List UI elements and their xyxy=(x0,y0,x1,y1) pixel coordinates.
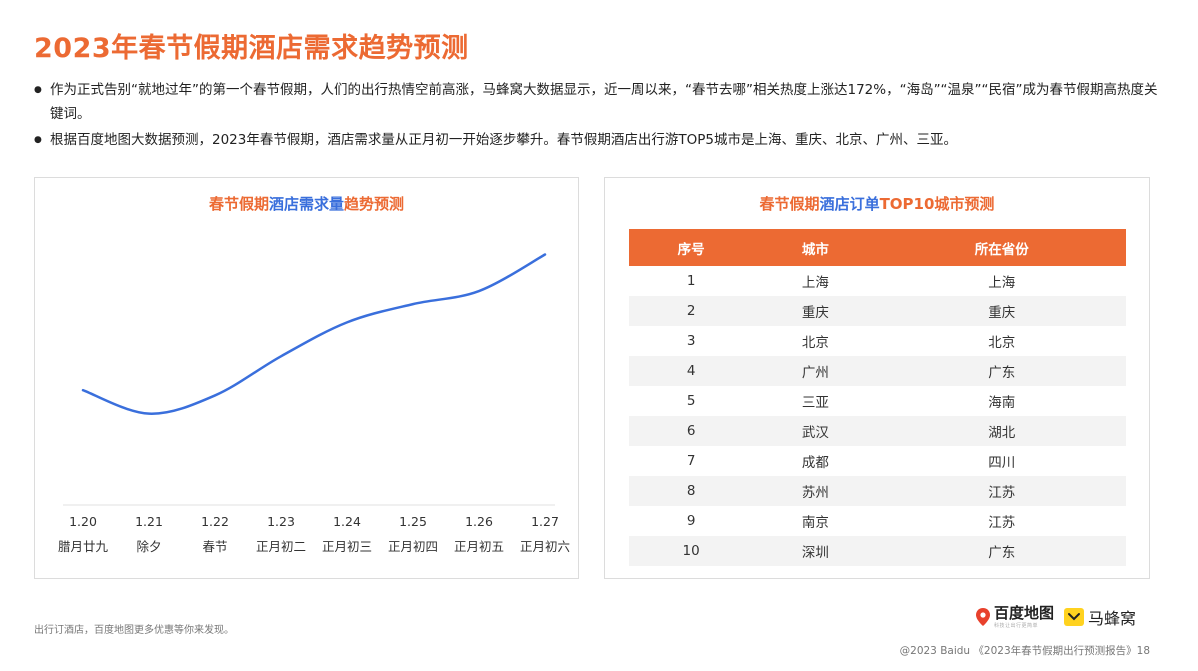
cell-city: 苏州 xyxy=(753,476,878,506)
table-row: 7 成都 四川 xyxy=(629,446,1126,476)
bullet-item: 作为正式告别“就地过年”的第一个春节假期，人们的出行热情空前高涨，马蜂窝大数据显… xyxy=(34,78,1164,126)
mafengwo-logo-text: 马蜂窝 xyxy=(1088,609,1137,628)
x-tick-label: 1.26 xyxy=(465,514,493,529)
x-tick-sublabel: 正月初四 xyxy=(388,539,438,554)
table-header-row: 序号 城市 所在省份 xyxy=(629,229,1126,266)
table-title: 春节假期酒店订单TOP10城市预测 xyxy=(605,193,1149,214)
x-tick-label: 1.27 xyxy=(531,514,559,529)
cell-province: 广东 xyxy=(877,356,1126,386)
table-title-part1: 春节假期 xyxy=(759,195,820,213)
cell-city: 重庆 xyxy=(753,296,878,326)
baidu-map-pin-icon xyxy=(976,608,990,626)
cell-rank: 5 xyxy=(686,393,696,409)
cell-rank: 9 xyxy=(686,513,696,529)
baidu-map-logo: 百度地图 科技让出行更简单 xyxy=(994,603,1055,629)
top10-panel: 春节假期酒店订单TOP10城市预测 序号 城市 所在省份 1 上海 上海 2 重庆 重庆 3… xyxy=(604,177,1150,579)
cell-rank: 4 xyxy=(629,356,754,386)
table-row: 1 上海 上海 xyxy=(629,266,1126,296)
x-tick-label: 1.20 xyxy=(69,514,97,529)
table-body: 1 上海 上海 2 重庆 重庆 3 北京 北京 4 广州 广东 5 三亚 海南 6 武汉 湖北 7 成都 四川 8 苏州 江苏… xyxy=(629,266,1126,566)
cell-rank: 10 xyxy=(629,536,754,566)
cell-province: 湖北 xyxy=(877,416,1126,446)
page-title: 2023年春节假期酒店需求趋势预测 xyxy=(34,33,469,64)
cell-rank: 2 xyxy=(629,296,754,326)
cell-rank: 7 xyxy=(686,453,696,469)
top10-city-table: 序号 城市 所在省份 1 上海 上海 2 重庆 重庆 3 北京 北京 4 广州 广东 5 三亚 海南 6 武汉湖… xyxy=(629,229,1126,566)
cell-province: 海南 xyxy=(988,395,1016,411)
trend-line-chart: 1.20 腊月廿九 1.21 除夕 1.22 春节 1.23 正月初二 1.24 正月初三 1.25… xyxy=(58,253,570,554)
cell-city: 南京 xyxy=(801,515,829,531)
x-tick-label: 1.23 xyxy=(267,514,295,529)
x-tick-label: 1.25 xyxy=(399,514,427,529)
table-row: 2 重庆 重庆 xyxy=(629,296,1126,326)
mafengwo-logo-icon xyxy=(1064,608,1085,626)
cell-rank: 1 xyxy=(686,273,696,289)
baidu-map-logo-subtext: 科技让出行更简单 xyxy=(994,622,1039,629)
cell-province: 北京 xyxy=(988,335,1016,351)
x-tick-sublabel: 腊月廿九 xyxy=(58,539,109,554)
table-row: 9 南京 江苏 xyxy=(629,506,1126,536)
cell-city: 广州 xyxy=(753,356,878,386)
table-row: 8 苏州 江苏 xyxy=(629,476,1126,506)
cell-city: 武汉 xyxy=(753,416,878,446)
footnote: 出行订酒店，百度地图更多优惠等你来发现。 xyxy=(34,625,234,636)
copyright: @2023 Baidu 《2023年春节假期出行预测报告》18 xyxy=(899,645,1150,657)
x-tick-sublabel: 正月初六 xyxy=(520,539,570,554)
table-row: 5 三亚 海南 xyxy=(629,386,1126,416)
baidu-map-logo-text: 百度地图 xyxy=(994,603,1055,622)
table-row: 6 武汉 湖北 xyxy=(629,416,1126,446)
col-header-city: 城市 xyxy=(753,229,878,266)
table-title-part3: TOP10城市预测 xyxy=(879,195,995,213)
brand-logos: 百度地图 科技让出行更简单 马蜂窝 xyxy=(976,604,1136,630)
cell-province: 江苏 xyxy=(988,515,1016,531)
x-tick-label: 1.24 xyxy=(333,514,361,529)
x-tick-sublabel: 正月初五 xyxy=(454,539,504,554)
cell-province: 重庆 xyxy=(877,296,1126,326)
cell-city: 深圳 xyxy=(753,536,878,566)
cell-province: 广东 xyxy=(877,536,1126,566)
x-tick-sublabel: 春节 xyxy=(202,539,227,554)
col-header-province: 所在省份 xyxy=(877,229,1126,266)
table-title-part2: 酒店订单 xyxy=(819,195,880,213)
x-tick-label: 1.21 xyxy=(135,514,163,529)
cell-city: 成都 xyxy=(801,455,829,471)
cell-city: 三亚 xyxy=(801,395,829,411)
cell-rank: 8 xyxy=(629,476,754,506)
x-tick-sublabel: 除夕 xyxy=(136,539,161,554)
cell-province: 上海 xyxy=(988,275,1016,291)
cell-province: 江苏 xyxy=(877,476,1126,506)
col-header-rank: 序号 xyxy=(629,229,754,266)
x-tick-sublabel: 正月初三 xyxy=(322,539,372,554)
table-row: 3 北京 北京 xyxy=(629,326,1126,356)
x-tick-sublabel: 正月初二 xyxy=(256,539,306,554)
x-tick-label: 1.22 xyxy=(201,514,229,529)
table-row: 4 广州 广东 xyxy=(629,356,1126,386)
table-row: 10 深圳 广东 xyxy=(629,536,1126,566)
bullet-item: 根据百度地图大数据预测，2023年春节假期，酒店需求量从正月初一开始逐步攀升。春… xyxy=(34,128,1164,152)
cell-rank: 3 xyxy=(686,333,696,349)
cell-rank: 6 xyxy=(629,416,754,446)
cell-city: 北京 xyxy=(801,335,829,351)
cell-province: 四川 xyxy=(988,455,1016,471)
demand-trend-panel: 春节假期酒店需求量趋势预测 1.20 腊月廿九 1.21 除夕 1.22 春节 1.23 正月… xyxy=(34,177,579,579)
demand-series-line xyxy=(81,253,547,415)
summary-bullets: 作为正式告别“就地过年”的第一个春节假期，人们的出行热情空前高涨，马蜂窝大数据显… xyxy=(34,78,1164,154)
cell-city: 上海 xyxy=(801,275,829,291)
